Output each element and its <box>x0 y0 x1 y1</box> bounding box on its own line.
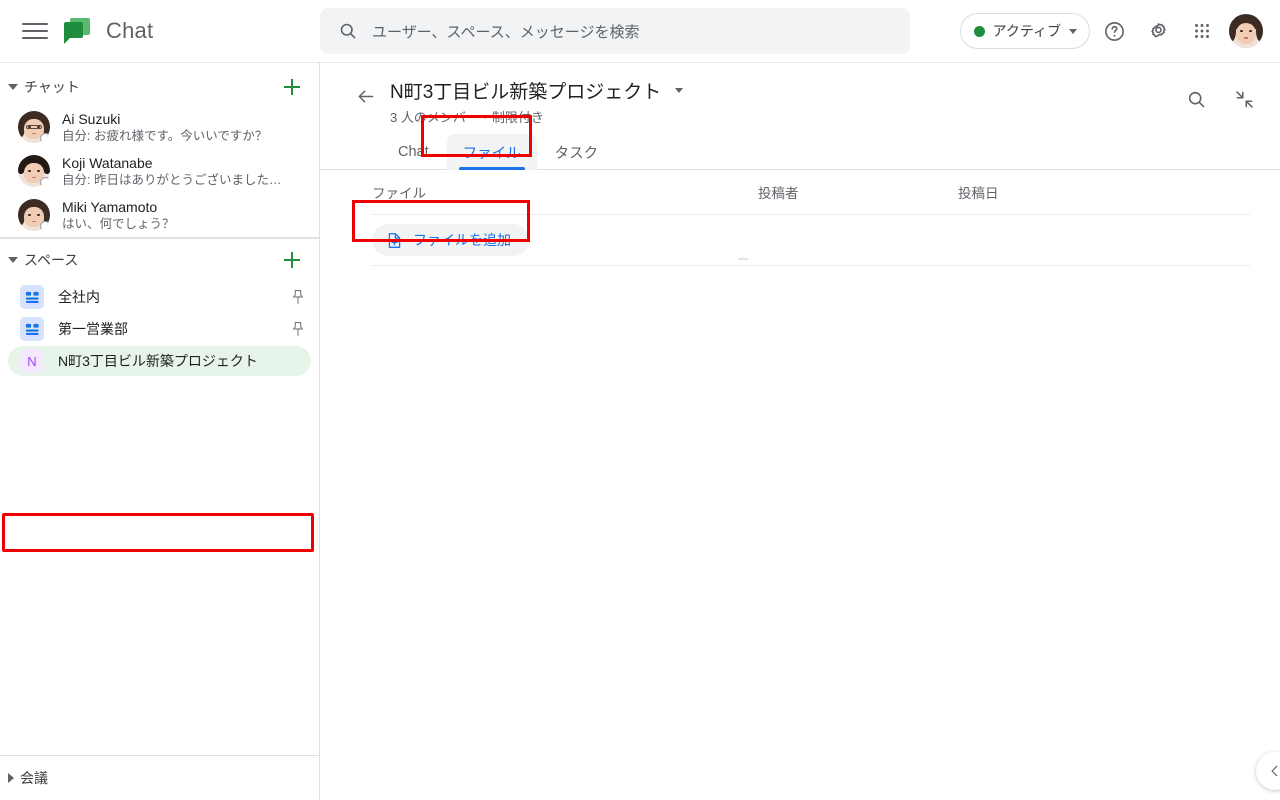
apps-grid-icon <box>1195 24 1209 38</box>
chat-item-name: Miki Yamamoto <box>62 198 158 215</box>
triangle-down-icon[interactable] <box>8 257 18 263</box>
status-button[interactable]: アクティブ <box>959 13 1090 49</box>
tab-chat[interactable]: Chat <box>382 134 445 170</box>
space-label: N町3丁目ビル新築プロジェクト <box>58 353 258 369</box>
spaces-section-header[interactable]: スペース <box>0 239 319 281</box>
collapse-arrows-icon <box>1235 90 1253 108</box>
space-label: 第一営業部 <box>58 321 128 337</box>
add-file-row: ファイルを追加 <box>372 214 1250 266</box>
chat-list-item[interactable]: Koji Watanabe 自分: 昨日はありがとうございました… <box>0 149 319 193</box>
add-space-button[interactable] <box>279 247 305 273</box>
chevron-left-icon <box>1271 765 1278 777</box>
settings-button[interactable] <box>1138 11 1178 51</box>
search-in-space-button[interactable] <box>1176 79 1216 119</box>
tab-files[interactable]: ファイル <box>446 134 537 170</box>
collapse-view-button[interactable] <box>1224 79 1264 119</box>
space-header: N町3丁目ビル新築プロジェクト 3 人のメンバー・制限付き <box>320 63 1280 126</box>
presence-indicator-icon <box>40 177 50 187</box>
group-space-icon <box>20 285 44 309</box>
search-icon <box>1188 91 1204 107</box>
google-chat-logo <box>62 16 92 46</box>
add-file-button[interactable]: ファイルを追加 <box>372 224 529 256</box>
app-title: Chat <box>106 18 154 43</box>
main-panel: N町3丁目ビル新築プロジェクト 3 人のメンバー・制限付き Chat ファイル … <box>320 62 1280 800</box>
chevron-down-icon <box>1069 28 1077 34</box>
tab-tasks[interactable]: タスク <box>539 134 615 170</box>
column-header-date: 投稿日 <box>958 186 999 201</box>
space-letter-avatar: N <box>20 349 44 373</box>
meet-section: 会議 <box>0 755 319 800</box>
page-title: N町3丁目ビル新築プロジェクト <box>390 82 662 103</box>
spaces-section-label: スペース <box>24 252 79 268</box>
sidebar-space-zensyanai[interactable]: 全社内 <box>0 281 319 313</box>
chat-section-label: チャット <box>24 79 80 95</box>
user-avatar <box>1229 14 1263 48</box>
chat-item-preview: 自分: 昨日はありがとうございました… <box>62 172 282 187</box>
space-header-texts: N町3丁目ビル新築プロジェクト 3 人のメンバー・制限付き <box>390 77 1176 126</box>
avatar <box>18 155 50 187</box>
column-header-poster: 投稿者 <box>758 186 799 201</box>
space-header-actions <box>1176 79 1264 119</box>
chat-item-preview: はい、何でしょう？ <box>62 216 175 231</box>
top-bar-main: ユーザー、スペース、メッセージを検索 アクティブ <box>320 8 1280 54</box>
chat-section: チャット Ai Suzuki 自分: お疲れ様です。今いいですか？ Koji W… <box>0 63 319 237</box>
chevron-down-icon[interactable] <box>675 88 684 93</box>
top-bar: Chat ユーザー、スペース、メッセージを検索 アクティブ <box>0 0 1280 62</box>
space-label: 全社内 <box>58 289 100 305</box>
chat-list-item[interactable]: Miki Yamamoto はい、何でしょう？ <box>0 193 319 237</box>
space-tabs: Chat ファイル タスク <box>320 134 1280 170</box>
chat-section-header[interactable]: チャット <box>0 69 319 105</box>
hamburger-menu-icon[interactable] <box>22 18 48 44</box>
account-button[interactable] <box>1226 11 1266 51</box>
status-label: アクティブ <box>992 23 1061 39</box>
search-icon <box>340 23 356 39</box>
sidebar-space-daiichi-eigyobu[interactable]: 第一営業部 <box>0 313 319 345</box>
files-table-header: ファイル 投稿者 投稿日 <box>372 170 1250 214</box>
pin-icon[interactable] <box>291 289 305 305</box>
add-file-label: ファイルを追加 <box>413 232 511 248</box>
space-subtitle: 3 人のメンバー・制限付き <box>390 110 544 125</box>
chat-list-item[interactable]: Ai Suzuki 自分: お疲れ様です。今いいですか？ <box>0 105 319 149</box>
help-button[interactable] <box>1094 11 1134 51</box>
placeholder-dash <box>738 258 748 260</box>
avatar <box>18 111 50 143</box>
back-button[interactable] <box>348 79 382 113</box>
meet-section-label: 会議 <box>20 770 48 786</box>
avatar <box>18 199 50 231</box>
presence-indicator-icon <box>40 133 50 143</box>
presence-indicator-icon <box>40 221 50 231</box>
status-dot-icon <box>973 25 985 37</box>
files-panel: ファイル 投稿者 投稿日 ファイルを追加 <box>320 170 1280 800</box>
back-arrow-icon <box>358 89 373 103</box>
apps-button[interactable] <box>1182 11 1222 51</box>
chat-item-name: Ai Suzuki <box>62 110 121 127</box>
gear-icon <box>1150 22 1166 37</box>
meet-section-header[interactable]: 会議 <box>0 756 319 800</box>
chat-item-name: Koji Watanabe <box>62 154 153 171</box>
triangle-right-icon[interactable] <box>8 773 14 783</box>
pin-icon[interactable] <box>291 321 305 337</box>
file-add-icon <box>388 232 401 248</box>
brand-area: Chat <box>0 16 320 46</box>
google-chat-app: Chat ユーザー、スペース、メッセージを検索 アクティブ チャット Ai Su… <box>0 0 1280 800</box>
search-placeholder: ユーザー、スペース、メッセージを検索 <box>372 23 640 41</box>
help-circle-icon <box>1104 21 1124 41</box>
sidebar-space-n-project[interactable]: N N町3丁目ビル新築プロジェクト <box>0 345 319 377</box>
chat-item-preview: 自分: お疲れ様です。今いいですか？ <box>62 128 268 143</box>
body: チャット Ai Suzuki 自分: お疲れ様です。今いいですか？ Koji W… <box>0 62 1280 800</box>
group-space-icon <box>20 317 44 341</box>
triangle-down-icon[interactable] <box>8 84 18 90</box>
spaces-section: スペース 全社内 第一営業部 N N町3丁目ビル新築プロジェクト <box>0 238 319 377</box>
column-header-file: ファイル <box>372 186 426 201</box>
search-input[interactable]: ユーザー、スペース、メッセージを検索 <box>320 8 910 54</box>
sidebar: チャット Ai Suzuki 自分: お疲れ様です。今いいですか？ Koji W… <box>0 62 320 800</box>
add-chat-button[interactable] <box>279 74 305 100</box>
